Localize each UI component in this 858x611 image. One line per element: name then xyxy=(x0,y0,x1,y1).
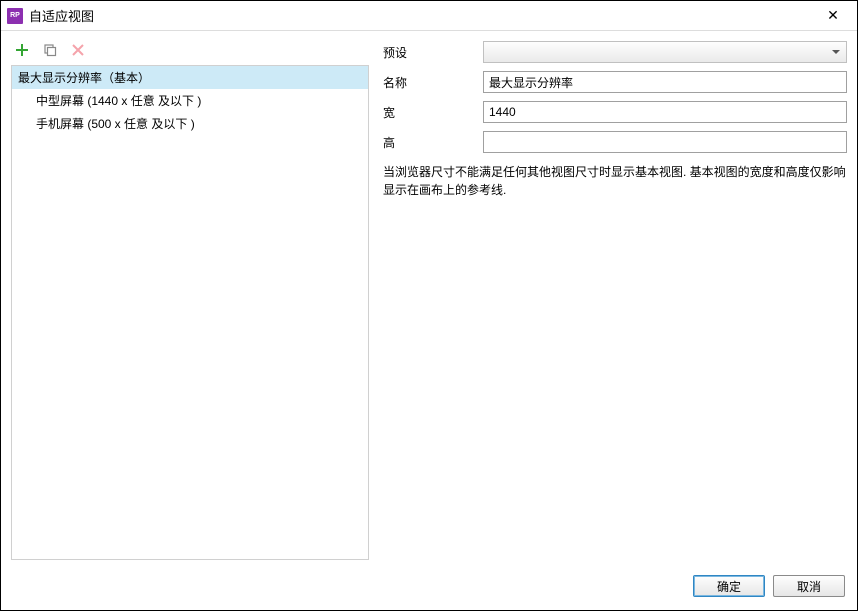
add-icon[interactable] xyxy=(15,43,29,57)
list-toolbar xyxy=(11,41,369,65)
preset-label: 预设 xyxy=(383,44,483,61)
app-icon: RP xyxy=(7,8,23,24)
width-input[interactable] xyxy=(483,101,847,123)
dialog-footer: 确定 取消 xyxy=(1,570,857,610)
ok-button[interactable]: 确定 xyxy=(693,575,765,597)
height-input[interactable] xyxy=(483,131,847,153)
height-label: 高 xyxy=(383,134,483,151)
dialog-content: 最大显示分辨率（基本）中型屏幕 (1440 x 任意 及以下 )手机屏幕 (50… xyxy=(1,31,857,570)
list-item[interactable]: 中型屏幕 (1440 x 任意 及以下 ) xyxy=(12,89,368,112)
left-panel: 最大显示分辨率（基本）中型屏幕 (1440 x 任意 及以下 )手机屏幕 (50… xyxy=(11,41,369,560)
cancel-button[interactable]: 取消 xyxy=(773,575,845,597)
delete-icon[interactable] xyxy=(71,43,85,57)
help-text: 当浏览器尺寸不能满足任何其他视图尺寸时显示基本视图. 基本视图的宽度和高度仅影响… xyxy=(383,163,847,199)
right-panel: 预设 名称 宽 高 当浏览器尺寸不能满足任何其他视图尺寸时显示基本视图. 基本视… xyxy=(383,41,847,560)
preset-dropdown[interactable] xyxy=(483,41,847,63)
name-label: 名称 xyxy=(383,74,483,91)
copy-icon[interactable] xyxy=(43,43,57,57)
views-list[interactable]: 最大显示分辨率（基本）中型屏幕 (1440 x 任意 及以下 )手机屏幕 (50… xyxy=(11,65,369,560)
width-label: 宽 xyxy=(383,104,483,121)
list-item[interactable]: 最大显示分辨率（基本） xyxy=(12,66,368,89)
window-title: 自适应视图 xyxy=(29,6,817,25)
name-input[interactable] xyxy=(483,71,847,93)
list-item[interactable]: 手机屏幕 (500 x 任意 及以下 ) xyxy=(12,112,368,135)
titlebar: RP 自适应视图 ✕ xyxy=(1,1,857,31)
close-button[interactable]: ✕ xyxy=(817,2,849,30)
